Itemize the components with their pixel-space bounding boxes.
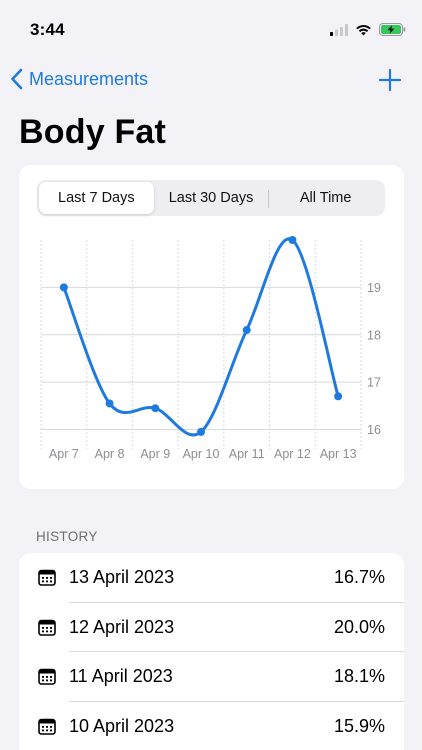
wifi-icon xyxy=(356,24,371,35)
x-tick-label: Apr 10 xyxy=(183,447,220,461)
calendar-icon xyxy=(38,569,56,586)
back-button[interactable]: Measurements xyxy=(10,68,148,90)
history-section-header: HISTORY xyxy=(36,529,98,544)
history-date: 12 April 2023 xyxy=(69,616,175,637)
calendar-icon xyxy=(38,619,56,636)
history-date: 10 April 2023 xyxy=(69,715,175,736)
status-icons xyxy=(330,23,406,36)
history-value: 16.7% xyxy=(333,567,385,588)
history-row[interactable]: 10 April 2023 15.9% xyxy=(19,702,404,750)
data-point xyxy=(59,283,68,292)
y-tick-label: 19 xyxy=(367,281,381,295)
data-point xyxy=(105,399,114,408)
body-fat-line-chart: 16 17 18 19 Apr 7 Apr 8 Apr 9 Apr 10 Apr 11 Apr 1… xyxy=(40,236,381,461)
add-button[interactable] xyxy=(378,68,402,92)
calendar-icon xyxy=(38,668,56,685)
history-row[interactable]: 11 April 2023 18.1% xyxy=(19,652,404,702)
calendar-icon xyxy=(38,718,56,735)
history-value: 20.0% xyxy=(333,616,385,637)
x-tick-label: Apr 9 xyxy=(140,447,170,461)
y-tick-label: 18 xyxy=(367,328,381,342)
x-tick-label: Apr 13 xyxy=(320,447,357,461)
history-row[interactable]: 13 April 2023 16.7% xyxy=(19,553,404,603)
x-tick-label: Apr 8 xyxy=(95,447,125,461)
battery-charging-icon xyxy=(379,23,406,36)
data-point xyxy=(242,326,251,335)
cellular-signal-icon xyxy=(330,23,348,36)
y-tick-label: 17 xyxy=(367,376,381,390)
chart-card: Last 7 Days Last 30 Days All Time 16 17 18… xyxy=(19,165,404,489)
back-button-label: Measurements xyxy=(29,68,149,89)
history-value: 18.1% xyxy=(333,666,385,687)
status-time: 3:44 xyxy=(30,20,65,39)
body-fat-series-line xyxy=(62,237,340,437)
x-tick-label: Apr 11 xyxy=(229,447,265,461)
page-title: Body Fat xyxy=(19,113,167,151)
history-date: 11 April 2023 xyxy=(69,666,173,687)
navigation-bar: Measurements xyxy=(0,62,422,102)
y-tick-label: 16 xyxy=(367,423,381,437)
data-point xyxy=(288,236,297,244)
chevron-left-icon xyxy=(11,68,23,90)
x-tick-label: Apr 7 xyxy=(49,447,79,461)
status-bar: 3:44 xyxy=(0,0,422,60)
data-point xyxy=(334,392,343,401)
data-point xyxy=(197,427,205,436)
history-list: 13 April 2023 16.7% 12 April 2023 20.0% … xyxy=(19,553,404,750)
history-value: 15.9% xyxy=(333,715,385,736)
data-point xyxy=(151,404,160,413)
history-row[interactable]: 12 April 2023 20.0% xyxy=(19,603,404,652)
x-tick-label: Apr 12 xyxy=(274,447,311,461)
plus-icon xyxy=(378,68,402,92)
history-date: 13 April 2023 xyxy=(69,567,175,588)
